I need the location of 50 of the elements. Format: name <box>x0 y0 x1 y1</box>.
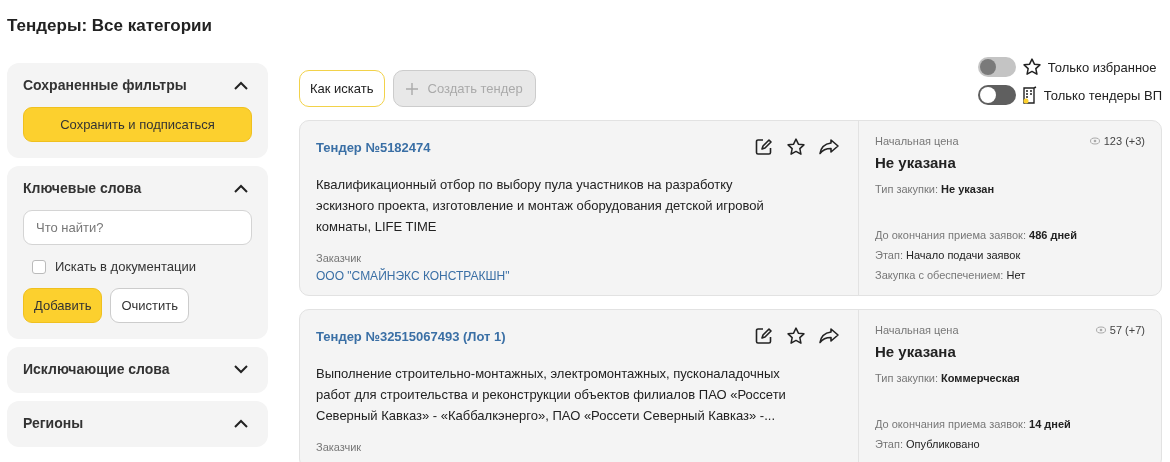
page-title: Тендеры: Все категории <box>7 15 213 37</box>
star-icon[interactable] <box>786 326 806 346</box>
chevron-up-icon[interactable] <box>234 418 248 428</box>
clear-button[interactable]: Очистить <box>110 288 190 323</box>
customer-label: Заказчик <box>316 441 363 453</box>
toggle-switch[interactable] <box>977 85 1016 105</box>
detail-line: До окончания приема заявок: 486 дней <box>875 228 1078 243</box>
customer-label: Заказчик <box>316 252 363 264</box>
share-icon[interactable] <box>818 137 840 157</box>
price-label: Начальная цена <box>875 135 959 147</box>
star-icon[interactable] <box>786 137 806 157</box>
chevron-up-icon[interactable] <box>234 80 248 90</box>
share-icon[interactable] <box>818 326 840 346</box>
detail-line: Тип закупки: Коммерческая <box>875 371 1021 386</box>
tender-description: Выполнение строительно-монтажных, электромонтажных, пусконаладочных работ для строительства и реконструкции объектов филиалов ПАО «Россети Северный Кавказ» - «Каббалкэнерго», ПАО «Россети Северный Кавказ» -... <box>316 365 787 425</box>
how-to-search-button[interactable]: Как искать <box>299 70 385 107</box>
views-count: 123 (+3) <box>1103 135 1145 147</box>
panel-title[interactable]: Ключевые слова <box>23 180 142 196</box>
views-count: 57 (+7) <box>1109 324 1145 336</box>
detail-line: Тип закупки: Не указан <box>875 182 996 197</box>
toggle-label: Только избранное <box>1047 59 1157 75</box>
checkbox-label: Искать в документации <box>55 259 196 274</box>
star-icon <box>1021 57 1042 77</box>
detail-line: Этап: Опубликовано <box>875 437 981 452</box>
tender-title-link[interactable]: Тендер №32515067493 (Лот 1) <box>316 328 506 344</box>
tender-description: Квалификационный отбор по выбору пула участников на разработку эскизного проекта, изготовление и монтаж оборудования детской игровой комнаты, LIFE TIME <box>316 176 765 236</box>
eye-icon <box>1095 326 1106 334</box>
panel-title[interactable]: Исключающие слова <box>23 361 170 377</box>
price-value: Не указана <box>875 154 957 171</box>
price-value: Не указана <box>875 343 957 360</box>
edit-note-icon[interactable] <box>754 137 774 157</box>
eye-icon <box>1089 137 1100 145</box>
panel-title[interactable]: Сохраненные фильтры <box>23 77 187 93</box>
panel-title[interactable]: Регионы <box>23 415 84 431</box>
tender-title-link[interactable]: Тендер №5182474 <box>316 139 431 155</box>
save-subscribe-button[interactable]: Сохранить и подписаться <box>23 107 252 142</box>
edit-note-icon[interactable] <box>754 326 774 346</box>
detail-line: Этап: Начало подачи заявок <box>875 248 1022 263</box>
detail-line: До окончания приема заявок: 14 дней <box>875 417 1072 432</box>
plus-icon <box>405 82 418 95</box>
toggle-label: Только тендеры ВП <box>1043 87 1162 103</box>
detail-line: Закупка с обеспечением: Нет <box>875 268 1027 283</box>
building-icon <box>1021 86 1038 104</box>
chevron-up-icon[interactable] <box>234 183 248 193</box>
chevron-down-icon[interactable] <box>234 364 248 374</box>
price-label: Начальная цена <box>875 324 959 336</box>
checkbox[interactable] <box>32 259 46 274</box>
search-field[interactable]: Что найти? <box>23 210 252 245</box>
add-button[interactable]: Добавить <box>23 288 103 323</box>
customer-link[interactable]: ООО "СМАЙНЭКС КОНСТРАКШН" <box>316 269 842 283</box>
